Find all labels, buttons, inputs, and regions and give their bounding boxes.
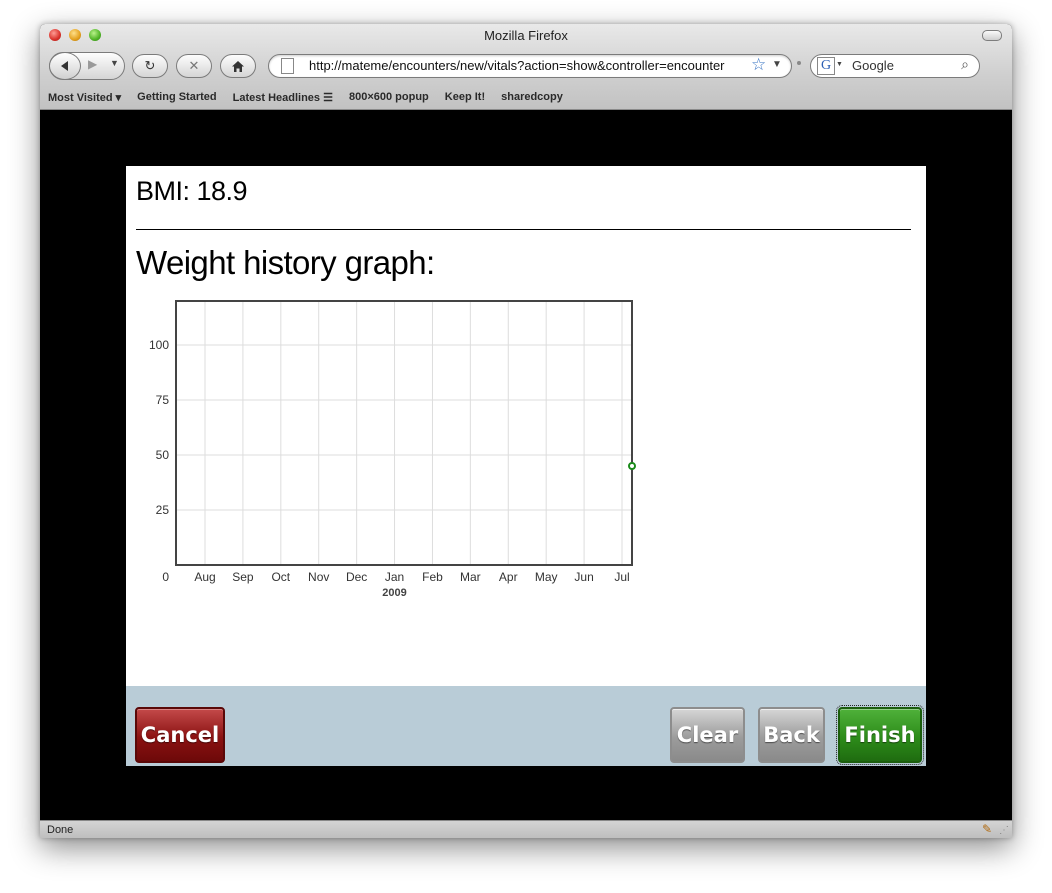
clear-button[interactable]: Clear <box>670 707 745 763</box>
y-tick-label: 75 <box>156 393 170 407</box>
back-arrow-icon[interactable] <box>49 52 81 80</box>
bookmark-sharedcopy[interactable]: sharedcopy <box>501 91 563 103</box>
x-tick-label: Mar <box>460 570 481 584</box>
reload-icon: ↻ <box>144 58 156 73</box>
search-input[interactable]: Google <box>852 58 894 73</box>
search-icon[interactable]: ⌕ <box>961 56 969 73</box>
bookmark-popup[interactable]: 800×600 popup <box>349 91 429 103</box>
google-icon[interactable]: G <box>817 57 835 75</box>
x-tick-label: Aug <box>194 570 215 584</box>
status-bar: Done ✎ ⋰ <box>40 820 1012 838</box>
reload-button[interactable]: ↻ <box>132 54 168 78</box>
bmi-value: BMI: 18.9 <box>136 176 248 206</box>
search-engine-dropdown-icon[interactable]: ▼ <box>836 61 843 68</box>
addon-icon[interactable]: ✎ <box>982 822 992 836</box>
data-point <box>628 462 636 470</box>
y-tick-label: 50 <box>156 448 170 462</box>
cancel-button[interactable]: Cancel <box>135 707 225 763</box>
stop-icon: ✕ <box>188 58 200 73</box>
url-dropdown-icon[interactable]: ▼ <box>772 59 782 70</box>
url-text[interactable]: http://mateme/encounters/new/vitals?acti… <box>309 58 749 73</box>
finish-button[interactable]: Finish <box>836 705 924 765</box>
search-bar[interactable]: G ▼ Google ⌕ <box>810 54 980 78</box>
browser-window: Mozilla Firefox ▶ ▼ ↻ ✕ http://mateme/en… <box>40 24 1012 838</box>
weight-history-chart: 0 25 50 75 100 Aug Sep Oct Nov Dec Jan Feb Mar Apr May… <box>149 300 636 599</box>
y-tick-label: 0 <box>162 570 169 584</box>
bookmarks-toolbar: Most Visited ▾ Getting Started Latest He… <box>40 86 1012 108</box>
x-tick-label: Jun <box>574 570 593 584</box>
x-tick-label: Apr <box>499 570 518 584</box>
chart-frame <box>175 300 633 566</box>
home-icon <box>232 60 244 72</box>
year-label: 2009 <box>382 587 406 599</box>
x-tick-label: Sep <box>232 570 254 584</box>
resize-grip-icon[interactable]: ⋰ <box>999 825 1009 836</box>
graph-title: Weight history graph: <box>136 244 435 281</box>
bookmark-star-icon[interactable]: ☆ <box>751 55 766 75</box>
page-icon <box>281 58 294 74</box>
x-tick-label: Jul <box>614 570 629 584</box>
back-button[interactable]: Back <box>758 707 825 763</box>
bookmark-most-visited[interactable]: Most Visited ▾ <box>48 91 121 104</box>
page-content: BMI: 18.9 Weight history graph: 0 25 50 75 1… <box>40 110 1012 820</box>
home-button[interactable] <box>220 54 256 78</box>
x-tick-label: Feb <box>422 570 443 584</box>
status-text: Done <box>47 824 74 836</box>
bookmark-getting-started[interactable]: Getting Started <box>137 91 216 103</box>
footer-bar: Cancel Clear Back Finish <box>126 686 926 766</box>
x-tick-label: Dec <box>346 570 367 584</box>
url-bar[interactable]: http://mateme/encounters/new/vitals?acti… <box>268 54 792 78</box>
nav-back-forward[interactable]: ▶ ▼ <box>49 52 125 80</box>
stop-button[interactable]: ✕ <box>176 54 212 78</box>
browser-chrome: Mozilla Firefox ▶ ▼ ↻ ✕ http://mateme/en… <box>40 24 1012 110</box>
toolbar-toggle-button[interactable] <box>982 30 1002 41</box>
y-tick-label: 100 <box>149 338 169 352</box>
y-tick-label: 25 <box>156 503 170 517</box>
bookmark-latest-headlines[interactable]: Latest Headlines ☰ <box>233 91 333 104</box>
forward-arrow-icon[interactable]: ▶ <box>88 57 97 71</box>
x-tick-label: Jan <box>385 570 404 584</box>
x-tick-label: May <box>535 570 558 584</box>
x-tick-label: Nov <box>308 570 329 584</box>
window-title: Mozilla Firefox <box>484 28 568 43</box>
vitals-panel: BMI: 18.9 Weight history graph: 0 25 50 75 1… <box>126 166 926 766</box>
history-dropdown-icon[interactable]: ▼ <box>110 58 119 68</box>
x-tick-label: Oct <box>271 570 290 584</box>
divider <box>136 229 911 230</box>
toolbar-separator <box>797 61 801 65</box>
bookmark-keep-it[interactable]: Keep It! <box>445 91 485 103</box>
